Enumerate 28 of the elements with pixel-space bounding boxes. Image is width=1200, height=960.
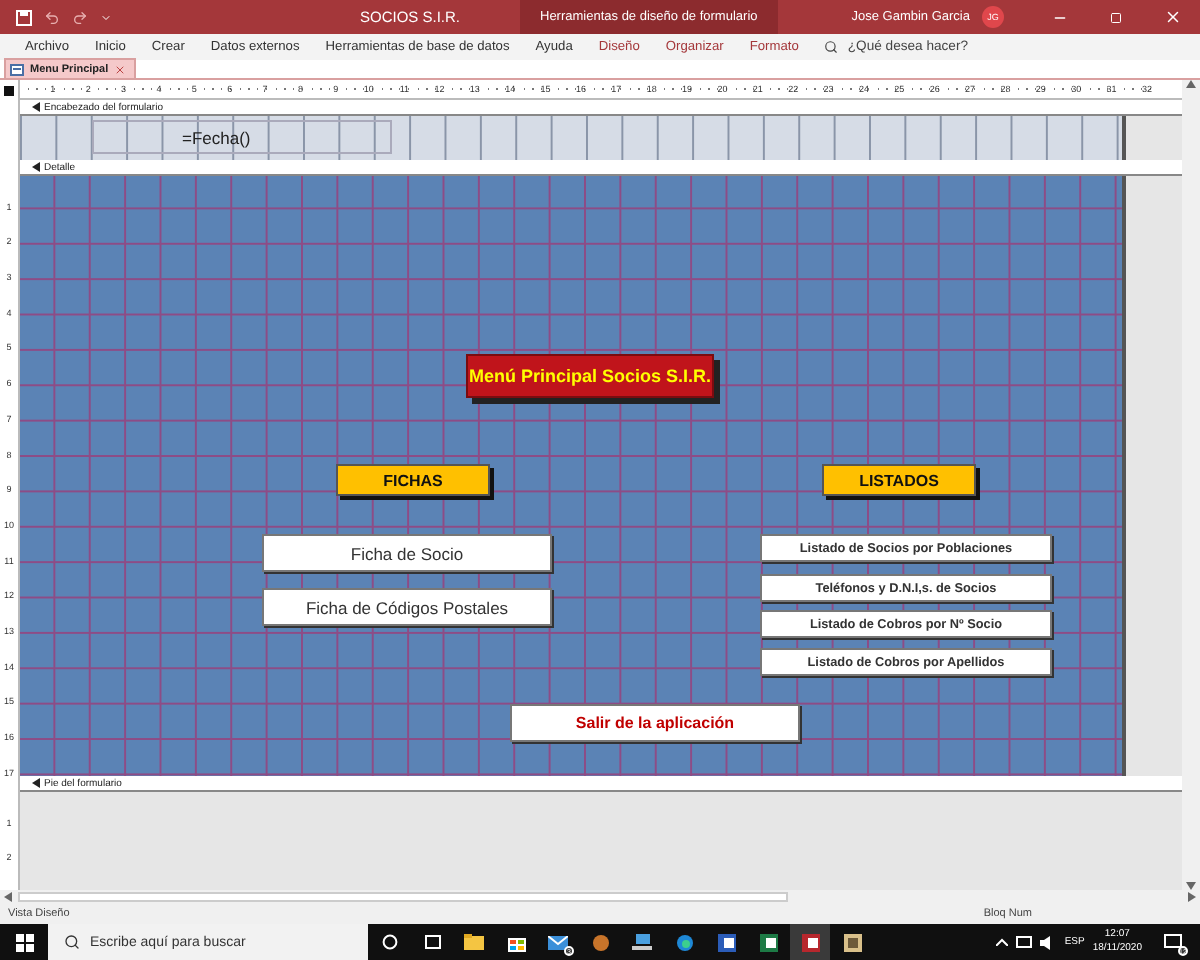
form-button[interactable]: Salir de la aplicación [510,704,800,742]
section-marker-icon [32,102,40,112]
scroll-right-icon[interactable] [1188,892,1196,902]
mail-icon[interactable] [548,935,568,949]
maximize-icon[interactable] [1110,11,1122,23]
search-icon[interactable] [823,40,838,54]
section-heading: FICHAS [336,464,490,496]
close-tab-icon[interactable] [114,63,127,75]
form-selector-icon[interactable] [4,85,14,95]
search-icon [64,934,80,950]
chevron-up-icon[interactable] [996,938,1009,946]
section-heading: LISTADOS [822,464,976,496]
redo-icon[interactable] [72,9,88,25]
form-button[interactable]: Ficha de Códigos Postales [262,588,552,626]
undo-icon[interactable] [44,9,60,25]
save-icon[interactable] [16,9,32,25]
form-button[interactable]: Ficha de Socio [262,534,552,572]
windows-logo-icon[interactable] [15,933,33,951]
formula-field[interactable]: =Fecha() [92,120,392,154]
app-tile-icon[interactable] [790,924,830,960]
notification-icon[interactable] [1163,934,1181,950]
scroll-left-icon[interactable] [4,892,12,902]
form-title: Menú Principal Socios S.I.R. [466,354,714,398]
section-marker-icon [32,162,40,172]
section-marker-icon [32,778,40,788]
customize-caret-icon[interactable] [100,11,112,23]
close-icon[interactable] [1163,8,1181,26]
scroll-thumb[interactable] [18,892,788,902]
